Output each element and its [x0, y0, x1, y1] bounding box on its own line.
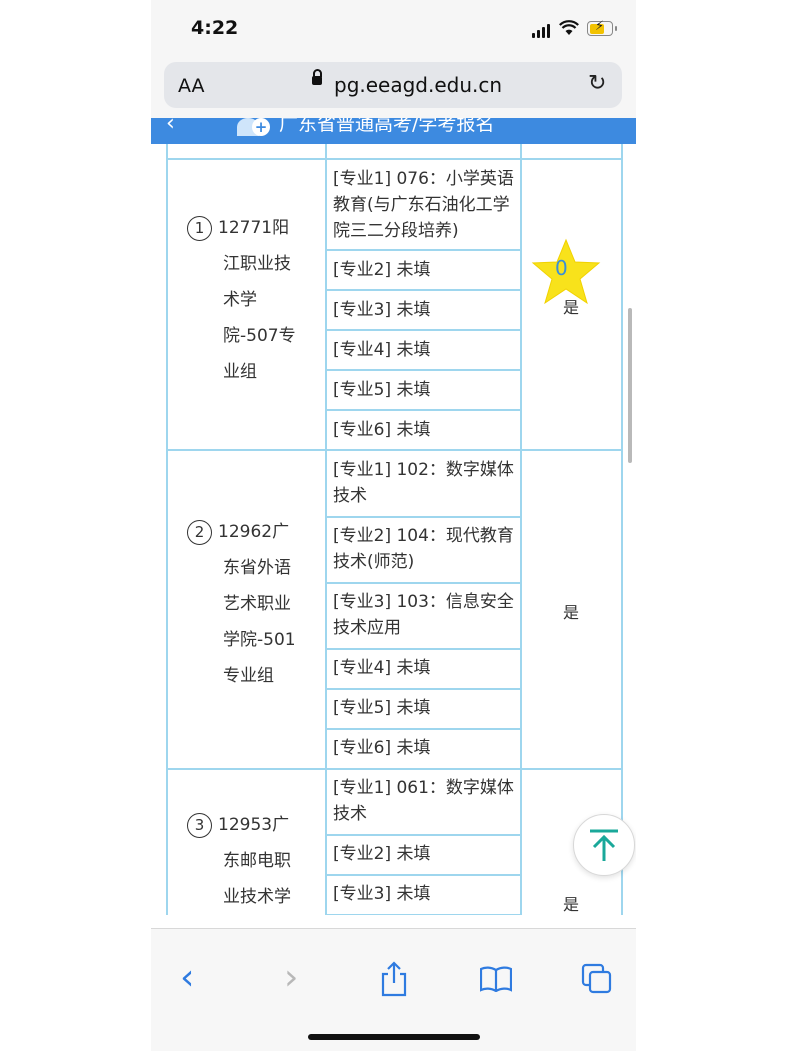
major-cell: [专业6] 未填 — [333, 738, 431, 758]
major-cell: [专业6] 未填 — [333, 420, 431, 440]
obey-cell: 是 — [562, 603, 579, 622]
school-cell: 2 12962广 东省外语 艺术职业 学院-501 专业组 — [187, 514, 307, 694]
back-button[interactable]: ‹ — [180, 957, 194, 998]
forward-button[interactable]: › — [284, 957, 298, 998]
major-cell: [专业3] 未填 — [333, 300, 431, 320]
index-badge: 1 — [187, 215, 212, 241]
major-cell: [专业1] 076：小学英语教育(与广东石油化工学院三二分段培养) — [333, 169, 514, 241]
index-badge: 3 — [187, 812, 212, 838]
lock-icon — [312, 69, 322, 85]
home-indicator[interactable] — [308, 1034, 480, 1040]
major-cell: [专业1] 102：数字媒体技术 — [333, 460, 514, 506]
logo-plus-icon: + — [252, 118, 270, 136]
status-time: 4:22 — [191, 17, 239, 39]
share-icon[interactable] — [379, 961, 409, 997]
app-header: ‹ + 广东省普通高考/学考报名 — [151, 118, 636, 144]
major-cell: [专业2] 104：现代教育技术(师范) — [333, 526, 514, 572]
tabs-icon[interactable] — [581, 963, 613, 995]
url-text[interactable]: pg.eeagd.edu.cn — [334, 73, 502, 97]
header-back-icon[interactable]: ‹ — [166, 118, 175, 136]
page-title: 广东省普通高考/学考报名 — [279, 118, 495, 135]
scrollbar[interactable] — [628, 308, 632, 463]
battery-icon: ⚡ — [587, 19, 617, 36]
major-cell: [专业5] 未填 — [333, 380, 431, 400]
arrow-up-icon — [590, 829, 618, 861]
back-to-top-button[interactable] — [573, 814, 635, 876]
school-cell: 1 12771阳 江职业技 术学 院-507专 业组 — [187, 210, 307, 390]
major-cell: [专业3] 103：信息安全技术应用 — [333, 592, 514, 638]
phone-screen: 4:22 ⚡ AA pg.eeagd.edu.cn ↻ ‹ + 广东省普通高考/… — [151, 0, 636, 1051]
major-cell: [专业4] 未填 — [333, 658, 431, 678]
wifi-icon — [559, 20, 579, 35]
browser-toolbar: ‹ › — [151, 928, 636, 1051]
major-cell: [专业3] 未填 — [333, 884, 431, 904]
star-count: 0 — [555, 256, 568, 280]
major-cell: [专业2] 未填 — [333, 260, 431, 280]
bookmarks-icon[interactable] — [480, 966, 512, 992]
major-cell: [专业5] 未填 — [333, 698, 431, 718]
text-size-button[interactable]: AA — [178, 75, 205, 97]
address-bar[interactable]: AA pg.eeagd.edu.cn ↻ — [164, 62, 622, 108]
major-cell: [专业1] 061：数字媒体技术 — [333, 778, 514, 824]
reload-icon[interactable]: ↻ — [588, 71, 606, 96]
volunteer-table: 1 12771阳 江职业技 术学 院-507专 业组 [专业1] 076：小学英语… — [151, 144, 636, 915]
index-badge: 2 — [187, 519, 212, 545]
obey-cell: 是 — [562, 895, 579, 914]
major-cell: [专业2] 未填 — [333, 844, 431, 864]
major-cell: [专业4] 未填 — [333, 340, 431, 360]
school-cell: 3 12953广 东邮电职 业技术学 — [187, 807, 307, 915]
status-bar: 4:22 ⚡ — [151, 0, 636, 56]
browser-address-area: AA pg.eeagd.edu.cn ↻ — [151, 56, 636, 118]
